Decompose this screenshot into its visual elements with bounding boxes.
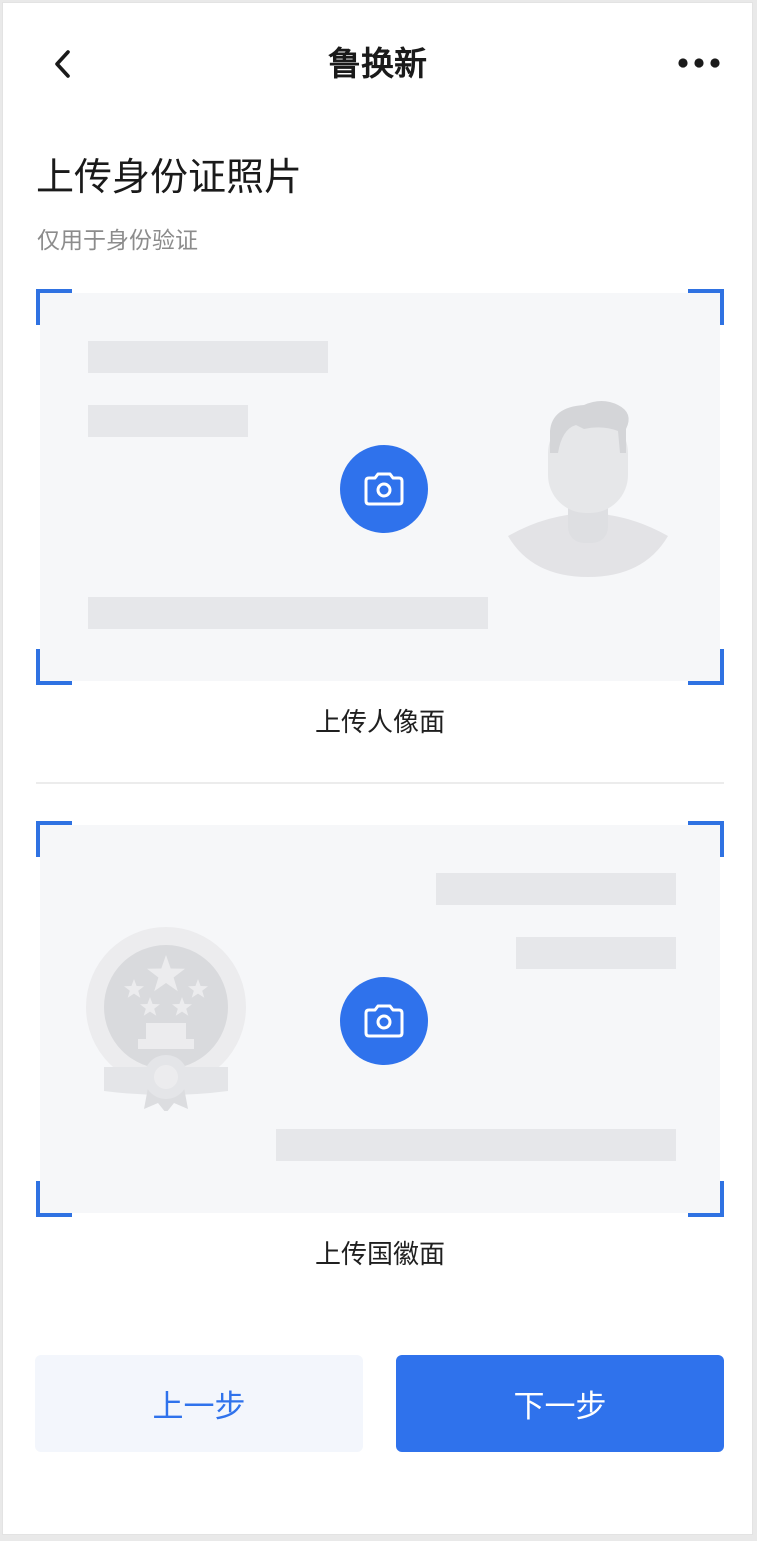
placeholder-bar — [516, 937, 676, 969]
frame-corner — [688, 821, 724, 857]
placeholder-bar — [276, 1129, 676, 1161]
national-emblem-icon — [86, 927, 246, 1111]
frame-corner — [36, 821, 72, 857]
next-step-button[interactable]: 下一步 — [396, 1355, 724, 1452]
divider — [36, 782, 724, 784]
camera-button[interactable] — [340, 977, 428, 1065]
frame-corner — [688, 649, 724, 685]
nav-title: 鲁换新 — [328, 44, 427, 83]
id-portrait-upload-card[interactable]: 上传人像面 — [36, 289, 724, 738]
page-subtitle: 仅用于身份验证 — [37, 228, 198, 254]
more-button[interactable] — [671, 43, 727, 83]
placeholder-bar — [436, 873, 676, 905]
previous-step-button[interactable]: 上一步 — [35, 1355, 363, 1452]
frame-corner — [36, 649, 72, 685]
camera-icon — [364, 472, 404, 506]
frame-corner — [688, 1181, 724, 1217]
placeholder-bar — [88, 597, 488, 629]
camera-button[interactable] — [340, 445, 428, 533]
frame-corner — [36, 1181, 72, 1217]
page-title: 上传身份证照片 — [36, 155, 303, 199]
portrait-card-label: 上传人像面 — [314, 708, 445, 738]
camera-icon — [364, 1004, 404, 1038]
frame-corner — [36, 289, 72, 325]
person-silhouette-icon — [508, 401, 668, 577]
frame-corner — [688, 289, 724, 325]
emblem-card-label: 上传国徽面 — [314, 1240, 445, 1270]
id-emblem-upload-card[interactable]: 上传国徽面 — [36, 821, 724, 1270]
placeholder-bar — [88, 341, 328, 373]
placeholder-bar — [88, 405, 248, 437]
app-screen: 鲁换新 上传身份证照片 仅用于身份验证 上传人像面 上传国徽面 上一步 下一步 — [2, 2, 753, 1535]
more-dots-icon — [678, 58, 720, 68]
